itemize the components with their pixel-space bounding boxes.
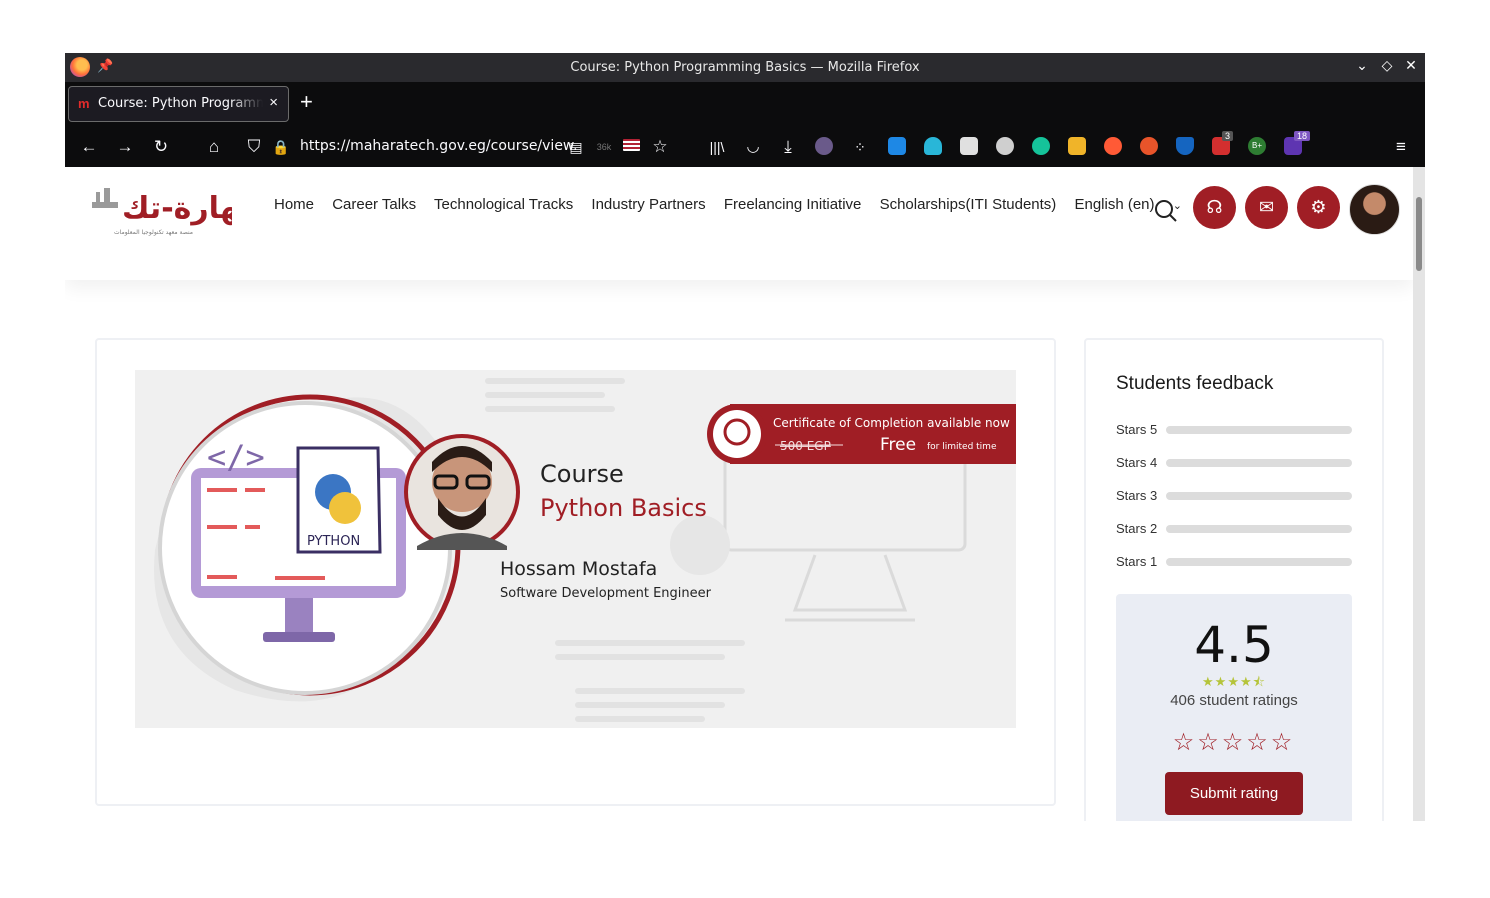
extension-grammarly-icon[interactable] <box>1032 137 1050 155</box>
students-feedback-card: Students feedback Stars 5 Stars 4 Stars … <box>1084 338 1384 821</box>
library-icon[interactable]: |||\ <box>705 135 729 159</box>
average-rating: 4.5 <box>1194 616 1274 674</box>
stars-4-bar <box>1166 459 1352 467</box>
home-icon[interactable]: ⌂ <box>202 135 226 159</box>
menu-freelancing-initiative[interactable]: Freelancing Initiative <box>724 196 862 213</box>
menu-industry-partners[interactable]: Industry Partners <box>591 196 705 213</box>
url-field[interactable]: https://maharatech.gov.eg/course/view. <box>300 138 578 154</box>
window-title: Course: Python Programming Basics — Mozi… <box>570 60 920 75</box>
browser-window: 📌 Course: Python Programming Basics — Mo… <box>65 53 1425 821</box>
reader-view-icon[interactable]: ▤ <box>564 135 588 159</box>
settings-button[interactable]: ⚙ <box>1297 186 1340 229</box>
navigation-bar: ← → ↻ ⌂ ⛉ 🔒 https://maharatech.gov.eg/co… <box>65 127 1425 167</box>
maximize-icon[interactable]: ◇ <box>1377 57 1397 74</box>
main-menu: Home Career Talks Technological Tracks I… <box>274 196 1210 213</box>
extension-notion-icon[interactable] <box>1068 137 1086 155</box>
gear-icon: ⚙ <box>1310 197 1327 217</box>
menu-technological-tracks[interactable]: Technological Tracks <box>434 196 573 213</box>
messages-button[interactable]: ✉ <box>1245 186 1288 229</box>
menu-career-talks[interactable]: Career Talks <box>332 196 416 213</box>
scrollbar-thumb[interactable] <box>1416 197 1422 271</box>
extension-bplus-icon[interactable]: B+ <box>1248 137 1266 155</box>
hamburger-menu-icon[interactable]: ≡ <box>1389 135 1413 159</box>
extension-purple-icon[interactable]: 18 <box>1284 131 1311 155</box>
rate-stars-input[interactable]: ☆☆☆☆☆ <box>1116 728 1352 757</box>
stars-5-bar <box>1166 426 1352 434</box>
support-button[interactable]: ☊ <box>1193 186 1236 229</box>
extension-dots-icon[interactable]: ⁘ <box>848 135 872 159</box>
python-label: PYTHON <box>307 534 360 549</box>
stars-3-row: Stars 3 <box>1116 488 1356 504</box>
instructor-name: Hossam Mostafa <box>500 558 657 580</box>
stars-4-row: Stars 4 <box>1116 455 1356 471</box>
stars-3-label: Stars 3 <box>1116 488 1158 503</box>
extension-circles-icon[interactable] <box>996 137 1014 155</box>
stars-2-bar <box>1166 525 1352 533</box>
new-tab-button[interactable]: + <box>300 89 313 115</box>
tab-label: Course: Python Programming Basics <box>98 96 263 111</box>
code-icon: </> <box>207 438 265 476</box>
stars-1-bar <box>1166 558 1352 566</box>
course-banner: PYTHON </> Certificate of Completion ava… <box>135 370 1016 728</box>
logo-wordmark: مهارة-تك <box>122 191 232 226</box>
tab-course[interactable]: m Course: Python Programming Basics × <box>68 86 289 122</box>
extension-avatar-icon[interactable] <box>815 137 833 155</box>
user-avatar[interactable] <box>1349 184 1400 235</box>
stars-5-label: Stars 5 <box>1116 422 1158 437</box>
limited-time-text: for limited time <box>927 442 997 452</box>
site-favicon-icon: m <box>78 96 90 111</box>
free-label: Free <box>880 435 916 455</box>
tab-bar: m Course: Python Programming Basics × + <box>65 82 1425 127</box>
instructor-role: Software Development Engineer <box>500 586 712 601</box>
course-label: Course <box>540 460 624 488</box>
lock-icon[interactable]: 🔒 <box>269 135 293 159</box>
stars-3-bar <box>1166 492 1352 500</box>
extension-bitwarden-icon[interactable] <box>960 137 978 155</box>
certificate-text: Certificate of Completion available now <box>773 416 1010 430</box>
stars-5-row: Stars 5 <box>1116 422 1356 438</box>
course-name: Python Basics <box>540 494 707 522</box>
feedback-title: Students feedback <box>1116 373 1274 394</box>
logo-subtext: منصة معهد تكنولوجيا المعلومات <box>114 229 193 236</box>
download-icon[interactable]: ⤓ <box>776 135 800 159</box>
close-window-icon[interactable]: ✕ <box>1401 57 1421 74</box>
extension-translate-icon[interactable] <box>888 137 906 155</box>
us-flag-icon[interactable] <box>623 139 640 151</box>
extension-ublock-icon[interactable]: 3 <box>1212 131 1234 155</box>
shield-icon[interactable]: ⛉ <box>242 135 266 159</box>
menu-scholarships[interactable]: Scholarships(ITI Students) <box>880 196 1057 213</box>
stars-4-label: Stars 4 <box>1116 455 1158 470</box>
extension-cloud-icon[interactable] <box>924 137 942 155</box>
rating-summary: 4.5 ★★★★⯪ 406 student ratings ☆☆☆☆☆ Subm… <box>1116 594 1352 821</box>
submit-rating-button[interactable]: Submit rating <box>1165 772 1303 815</box>
chat-icon: ✉ <box>1258 197 1275 217</box>
stars-1-label: Stars 1 <box>1116 554 1158 569</box>
reload-icon[interactable]: ↻ <box>149 135 173 159</box>
old-price: 500 EGP <box>780 439 831 453</box>
extension-burger-icon[interactable] <box>1140 137 1158 155</box>
bookmark-star-icon[interactable]: ☆ <box>648 135 672 159</box>
stars-2-label: Stars 2 <box>1116 521 1158 536</box>
menu-home[interactable]: Home <box>274 196 314 213</box>
stars-2-row: Stars 2 <box>1116 521 1356 537</box>
stars-1-row: Stars 1 <box>1116 554 1356 570</box>
maharatech-logo[interactable]: مهارة-تك منصة معهد تكنولوجيا المعلومات <box>92 182 258 242</box>
title-bar: 📌 Course: Python Programming Basics — Mo… <box>65 53 1425 82</box>
search-icon[interactable] <box>1154 199 1178 228</box>
reader-count: 36k <box>596 142 612 152</box>
pocket-icon[interactable]: ◡ <box>741 135 765 159</box>
forward-icon[interactable]: → <box>113 135 137 159</box>
back-icon[interactable]: ← <box>77 135 101 159</box>
headset-icon: ☊ <box>1206 197 1223 217</box>
page-scrollbar[interactable] <box>1413 167 1425 821</box>
extension-fox-icon[interactable] <box>1104 137 1122 155</box>
course-card: PYTHON </> Certificate of Completion ava… <box>95 338 1056 806</box>
language-label: English (en) <box>1074 196 1155 213</box>
ratings-count: 406 student ratings <box>1170 692 1298 709</box>
site-header: مهارة-تك منصة معهد تكنولوجيا المعلومات H… <box>65 167 1413 280</box>
close-tab-icon[interactable]: × <box>269 94 278 111</box>
extension-shield-icon[interactable] <box>1176 137 1194 155</box>
minimize-icon[interactable]: ⌄ <box>1352 57 1372 74</box>
page-viewport: مهارة-تك منصة معهد تكنولوجيا المعلومات H… <box>65 167 1425 821</box>
